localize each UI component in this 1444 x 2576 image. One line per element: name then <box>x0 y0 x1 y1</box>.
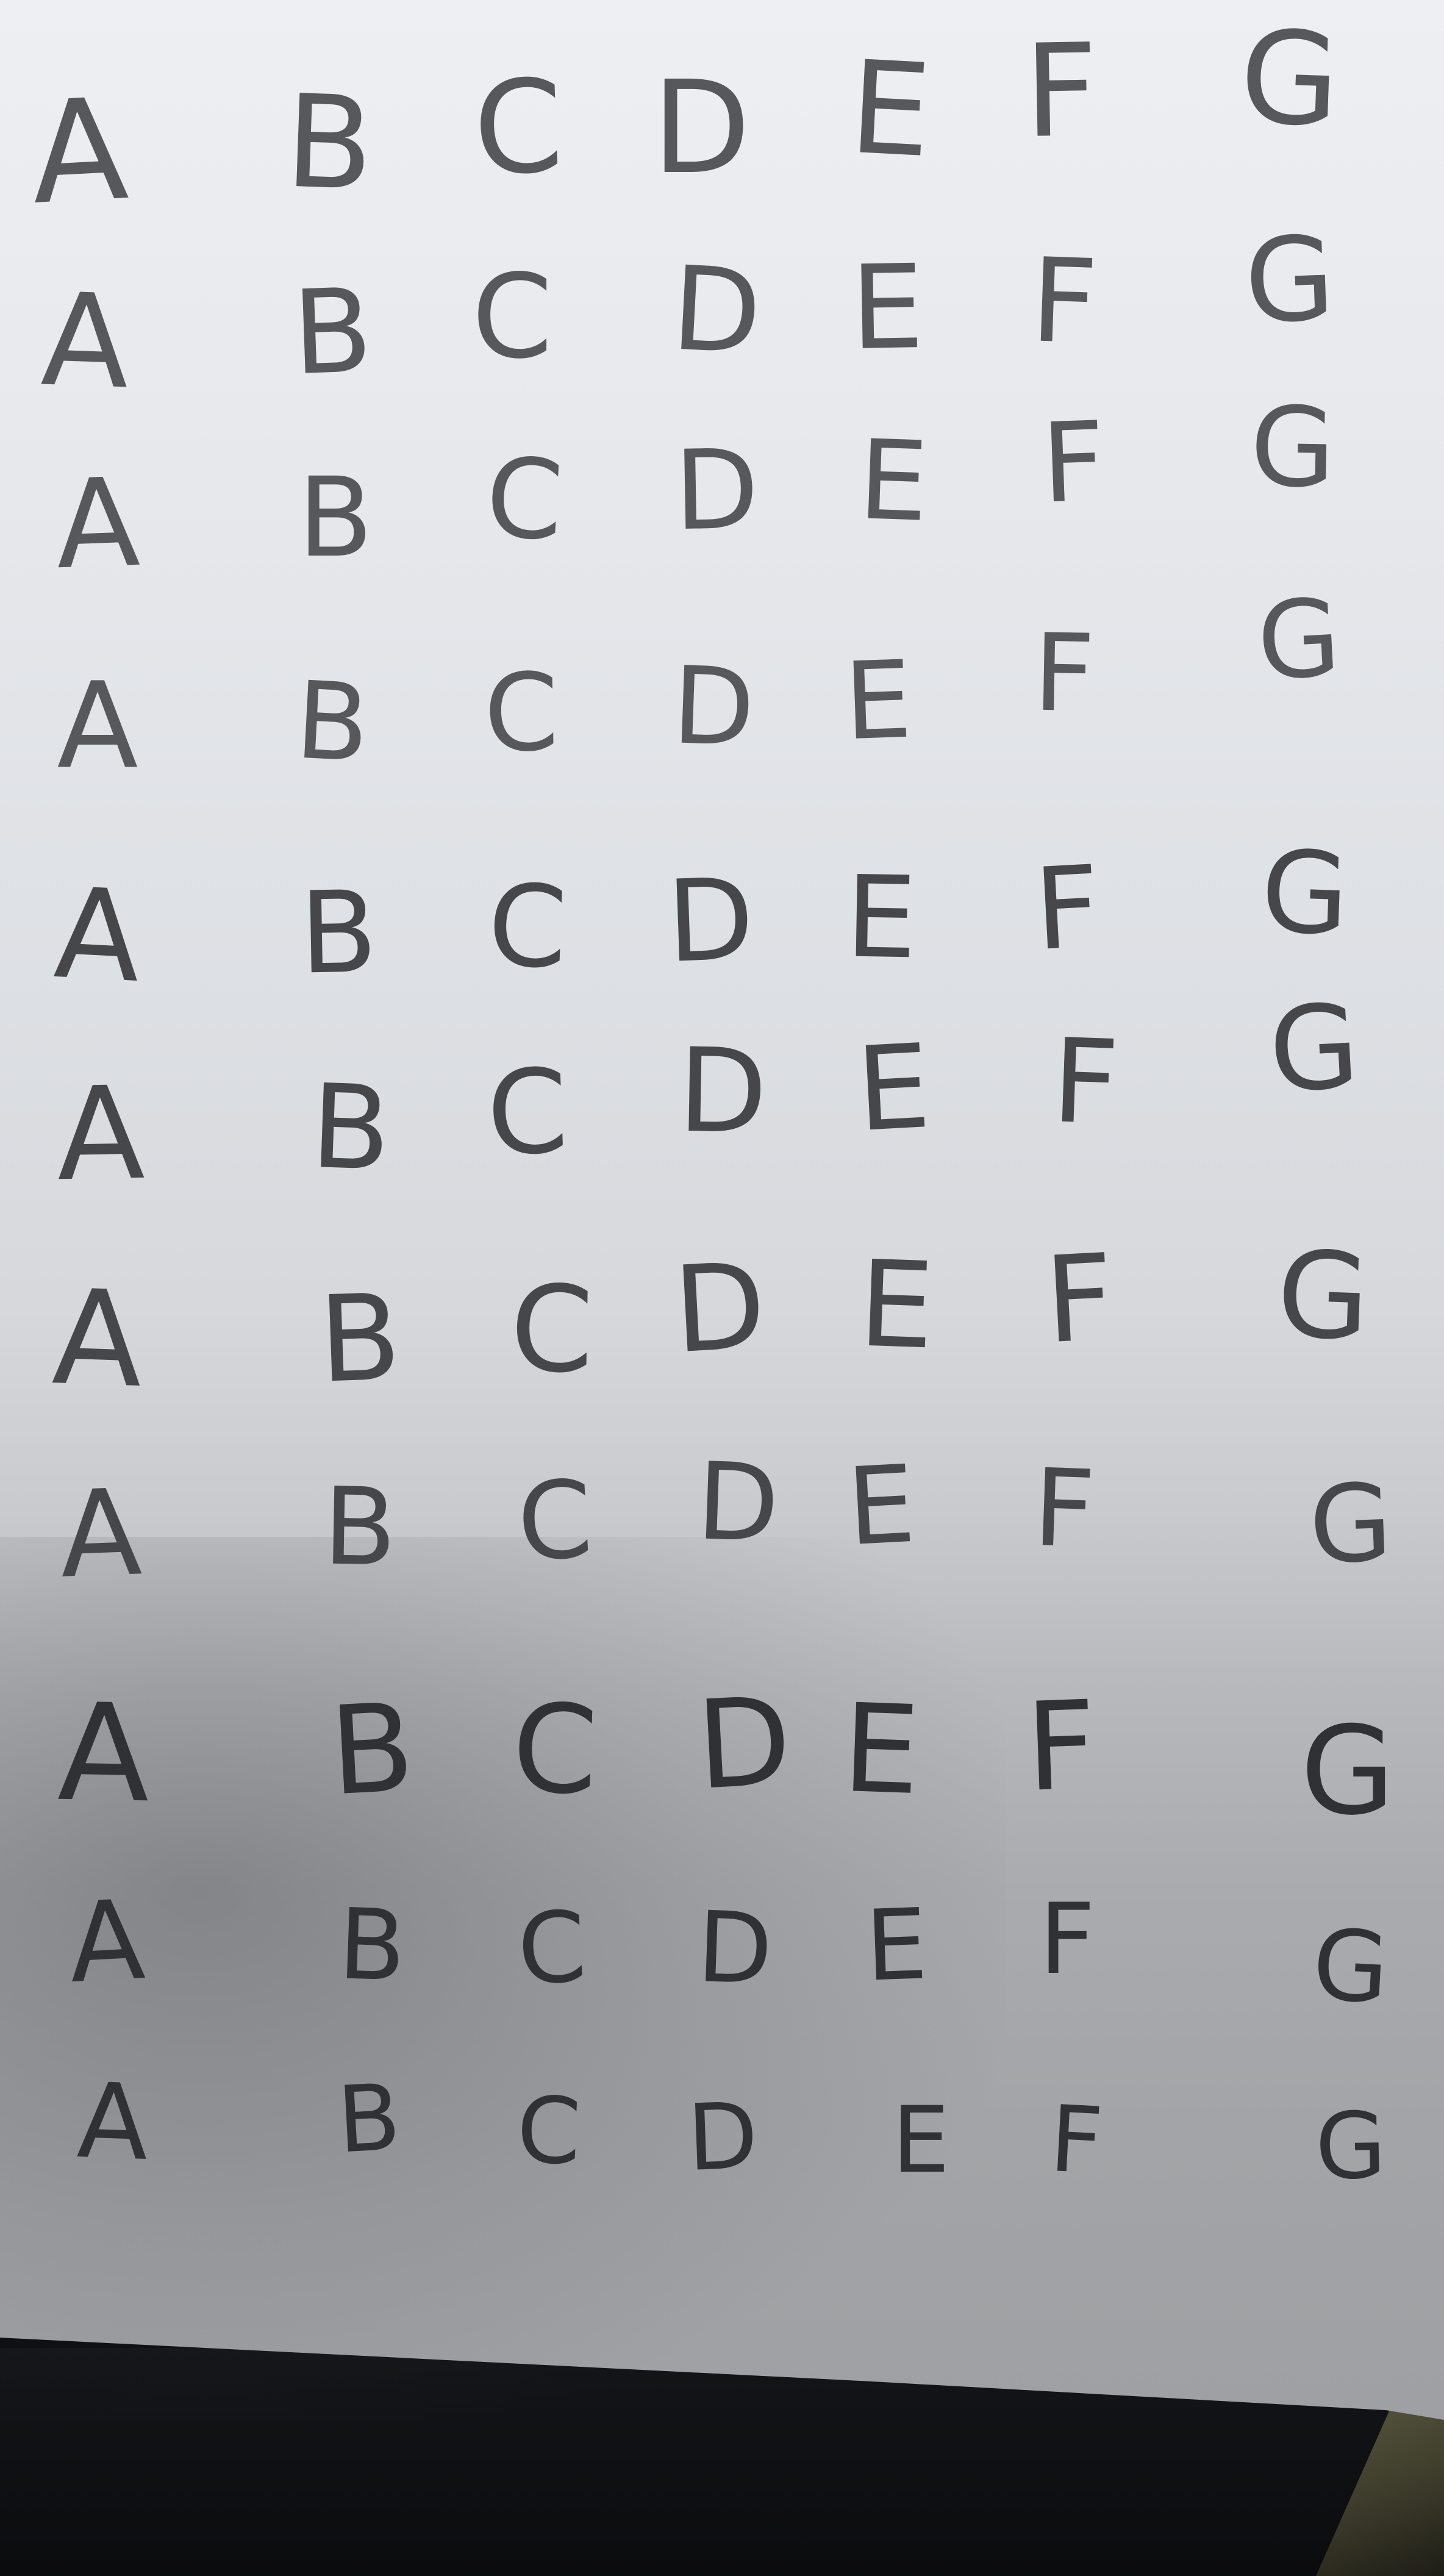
handwritten-letter: D <box>652 53 751 202</box>
handwritten-letter: E <box>856 1234 937 1376</box>
handwritten-letter: C <box>471 51 566 204</box>
photo: ABCDEFGABCDEFGABCDEFGABCDEFGABCDEFGABCDE… <box>0 0 1444 2576</box>
handwritten-letter: D <box>670 644 757 771</box>
handwritten-letter: C <box>483 651 560 776</box>
handwritten-letter: G <box>1300 1700 1395 1842</box>
handwritten-letter: D <box>665 853 756 988</box>
handwritten-letter: A <box>27 68 132 236</box>
handwritten-letter: F <box>1039 398 1107 528</box>
handwritten-letter: C <box>510 1677 600 1823</box>
handwritten-letter: A <box>50 1261 145 1417</box>
handwritten-letter: B <box>322 1465 398 1590</box>
handwritten-letter: G <box>1237 2 1342 156</box>
handwritten-letter: G <box>1274 1225 1372 1367</box>
handwritten-letter: B <box>292 659 373 787</box>
handwritten-letter: G <box>1249 383 1337 513</box>
handwritten-letter: E <box>842 638 914 765</box>
shadow <box>0 1537 1006 2421</box>
handwritten-letter: G <box>1314 2092 1387 2201</box>
handwritten-letter: G <box>1242 211 1337 349</box>
handwritten-letter: F <box>1023 15 1099 167</box>
handwritten-letter: E <box>853 1019 934 1157</box>
handwritten-letter: F <box>1031 1446 1097 1573</box>
handwritten-letter: D <box>695 1440 781 1567</box>
handwritten-letter: C <box>482 434 567 566</box>
handwritten-letter: D <box>673 426 760 556</box>
handwritten-letter: A <box>38 265 132 418</box>
handwritten-letter: A <box>66 1876 148 2008</box>
handwritten-letter: F <box>1049 1014 1121 1151</box>
handwritten-letter: C <box>471 249 553 384</box>
handwritten-letter: D <box>668 241 765 381</box>
handwritten-letter: B <box>336 1887 408 2003</box>
handwritten-letter: B <box>298 866 379 1000</box>
handwritten-letter: G <box>1310 1907 1392 2026</box>
handwritten-letter: D <box>670 1236 769 1380</box>
handwritten-letter: A <box>53 451 142 597</box>
handwritten-letter: F <box>1042 1228 1117 1370</box>
handwritten-letter: C <box>484 1043 571 1182</box>
handwritten-letter: F <box>1032 611 1096 737</box>
handwritten-letter: G <box>1254 576 1344 704</box>
handwritten-letter: E <box>846 32 935 187</box>
handwritten-letter: E <box>892 2088 950 2194</box>
handwritten-letter: F <box>1028 233 1100 370</box>
handwritten-letter: F <box>1047 2086 1106 2195</box>
handwritten-letter: B <box>316 1268 403 1409</box>
handwritten-letter: E <box>849 239 925 376</box>
handwritten-letter: B <box>326 1676 418 1823</box>
handwritten-letter: D <box>693 1670 795 1817</box>
handwritten-letter: C <box>515 2077 583 2186</box>
handwritten-letter: D <box>676 1023 769 1160</box>
handwritten-letter: A <box>56 1674 151 1833</box>
handwritten-letter: A <box>51 860 145 1011</box>
handwritten-letter: B <box>298 454 373 582</box>
handwritten-letter: F <box>1031 840 1103 976</box>
handwritten-letter: A <box>57 656 138 795</box>
handwritten-letter: C <box>514 1458 596 1586</box>
handwritten-letter: E <box>863 1887 929 2003</box>
handwritten-letter: C <box>485 859 570 994</box>
handwritten-letter: B <box>282 66 376 220</box>
handwritten-letter: C <box>509 1259 595 1400</box>
handwritten-letter: B <box>290 263 374 401</box>
handwritten-letter: G <box>1259 826 1351 961</box>
handwritten-letter: B <box>335 2064 403 2174</box>
handwritten-letter: G <box>1265 979 1363 1118</box>
handwritten-letter: E <box>840 1677 923 1823</box>
handwritten-letter: C <box>515 1889 589 2007</box>
handwritten-letter: D <box>685 2083 760 2192</box>
handwritten-letter: E <box>856 417 931 546</box>
handwritten-letter: A <box>55 1058 146 1210</box>
handwritten-letter: G <box>1307 1461 1395 1588</box>
handwritten-letter: A <box>75 2061 151 2184</box>
handwritten-letter: E <box>844 1442 918 1570</box>
handwritten-letter: B <box>309 1059 393 1197</box>
handwritten-letter: A <box>57 1463 144 1605</box>
handwritten-letter: E <box>844 851 918 984</box>
handwritten-letter: D <box>695 1889 774 2007</box>
handwritten-letter: F <box>1023 1675 1099 1819</box>
handwritten-letter: F <box>1038 1882 1096 1996</box>
